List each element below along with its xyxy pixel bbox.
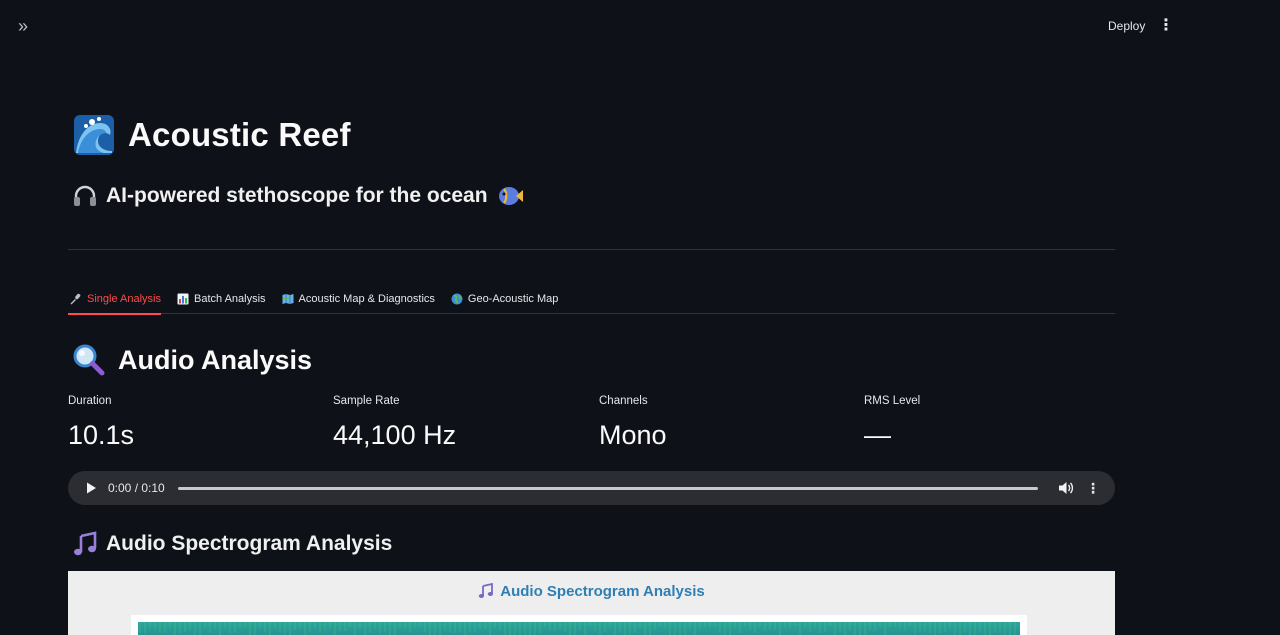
audio-time: 0:00 / 0:10 (108, 481, 165, 495)
tropical-fish-icon (498, 187, 523, 205)
audio-player: 0:00 / 0:10 ⋮ (68, 471, 1115, 505)
metric-label: RMS Level (864, 395, 921, 407)
metric-value: 44,100 Hz (333, 420, 457, 450)
page-subtitle-row: AI-powered stethoscope for the ocean (68, 182, 524, 210)
audio-progress-bar[interactable] (178, 486, 1038, 490)
musical-notes-icon (74, 531, 97, 556)
magnifying-glass-icon (73, 344, 105, 376)
figure-title-row: Audio Spectrogram Analysis (68, 581, 1115, 601)
spectrogram-figure: Audio Spectrogram Analysis (68, 571, 1115, 635)
divider (68, 249, 1115, 250)
metric-label: Duration (68, 395, 112, 407)
globe-icon (451, 293, 463, 305)
microphone-icon (70, 293, 81, 305)
bar-chart-icon (177, 293, 189, 305)
audio-options-icon[interactable]: ⋮ (1086, 480, 1100, 496)
figure-title: Audio Spectrogram Analysis (500, 582, 705, 600)
metric-value: — (864, 420, 891, 450)
spectrogram-plot-frame (131, 615, 1027, 635)
section-heading: Audio Spectrogram Analysis (106, 532, 393, 555)
metric-label: Sample Rate (333, 395, 400, 407)
metric-channels: Channels Mono (599, 395, 849, 451)
headphones-icon (74, 185, 96, 206)
audio-analysis-header: Audio Analysis (68, 342, 312, 378)
tab-bar: Single Analysis Batch Analysis Acoustic … (68, 284, 1115, 315)
metric-value: Mono (599, 420, 667, 450)
spectrogram-header: Audio Spectrogram Analysis (68, 530, 392, 558)
section-heading: Audio Analysis (118, 344, 313, 375)
tab-acoustic-map-diagnostics[interactable]: Acoustic Map & Diagnostics (280, 284, 435, 314)
tab-label: Acoustic Map & Diagnostics (298, 293, 435, 305)
tab-label: Geo-Acoustic Map (467, 293, 559, 305)
tab-label: Batch Analysis (194, 293, 266, 305)
page-subtitle: AI-powered stethoscope for the ocean (106, 184, 488, 207)
deploy-button[interactable]: Deploy (1102, 16, 1151, 36)
play-icon[interactable] (84, 481, 98, 495)
map-icon (282, 294, 294, 304)
page-header: Acoustic Reef (68, 112, 351, 158)
kebab-menu-icon[interactable]: ⋮ (1158, 16, 1174, 36)
spectrogram-image (138, 622, 1020, 635)
metric-duration: Duration 10.1s (68, 395, 318, 451)
metric-rms-level: RMS Level — (864, 395, 1114, 451)
volume-icon[interactable] (1058, 480, 1074, 496)
page-title: Acoustic Reef (128, 116, 351, 153)
metric-value: 10.1s (68, 420, 135, 450)
tab-batch-analysis[interactable]: Batch Analysis (175, 284, 266, 314)
tab-single-analysis[interactable]: Single Analysis (68, 284, 161, 315)
musical-notes-icon (479, 583, 494, 598)
tab-label: Single Analysis (87, 293, 161, 305)
metric-sample-rate: Sample Rate 44,100 Hz (333, 395, 583, 451)
tab-geo-acoustic-map[interactable]: Geo-Acoustic Map (449, 284, 558, 314)
water-wave-icon (74, 115, 114, 155)
metric-label: Channels (599, 395, 648, 407)
expand-sidebar-icon[interactable]: » (18, 16, 38, 36)
